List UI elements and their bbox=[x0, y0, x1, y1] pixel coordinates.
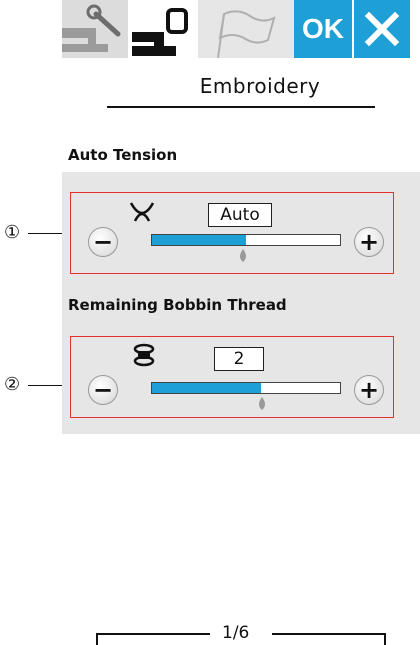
tab-machine-settings[interactable] bbox=[62, 0, 128, 58]
title-underline bbox=[107, 106, 375, 108]
pager-left-line bbox=[96, 633, 210, 635]
bobbin-minus-button[interactable]: − bbox=[88, 375, 118, 405]
close-icon bbox=[364, 11, 400, 47]
ok-button[interactable]: OK bbox=[294, 0, 352, 58]
bobbin-panel: 2 − + bbox=[70, 336, 394, 418]
pager-right-line bbox=[272, 633, 386, 635]
callout-1: ① bbox=[0, 222, 64, 243]
callout-1-line bbox=[28, 233, 64, 234]
flag-icon bbox=[217, 10, 276, 58]
bobbin-slider[interactable] bbox=[151, 382, 341, 394]
page-indicator: 1/6 bbox=[222, 623, 250, 643]
bobbin-value: 2 bbox=[214, 347, 264, 371]
page-title: Embroidery bbox=[199, 74, 321, 98]
embroidery-frame-icon bbox=[132, 8, 188, 56]
bobbin-icon bbox=[133, 343, 155, 367]
callout-2-number: ② bbox=[4, 374, 21, 395]
auto-tension-minus-button[interactable]: − bbox=[88, 227, 118, 257]
bobbin-default-marker bbox=[259, 397, 265, 410]
auto-tension-value: Auto bbox=[208, 203, 272, 227]
bobbin-label: Remaining Bobbin Thread bbox=[68, 296, 287, 314]
auto-tension-plus-button[interactable]: + bbox=[354, 227, 384, 257]
callout-1-number: ① bbox=[4, 222, 21, 243]
auto-tension-label: Auto Tension bbox=[68, 146, 178, 164]
callout-2-line bbox=[28, 385, 64, 386]
wrench-sewing-machine-icon bbox=[62, 4, 121, 52]
auto-tension-default-marker bbox=[240, 249, 246, 262]
pager-right-tick bbox=[384, 633, 386, 645]
tab-flag[interactable] bbox=[198, 0, 294, 58]
tab-embroidery[interactable] bbox=[128, 0, 198, 58]
thread-tension-icon bbox=[129, 202, 155, 222]
tab-bar: OK bbox=[62, 0, 420, 62]
bobbin-slider-fill bbox=[152, 383, 262, 393]
bobbin-plus-button[interactable]: + bbox=[354, 375, 384, 405]
machine-screen: OK Embroidery Auto Tension Auto − + Rema… bbox=[62, 0, 420, 645]
auto-tension-slider-fill bbox=[152, 235, 246, 245]
auto-tension-slider[interactable] bbox=[151, 234, 341, 246]
close-button[interactable] bbox=[354, 0, 410, 58]
auto-tension-panel: Auto − + bbox=[70, 192, 394, 274]
callout-2: ② bbox=[0, 374, 64, 395]
